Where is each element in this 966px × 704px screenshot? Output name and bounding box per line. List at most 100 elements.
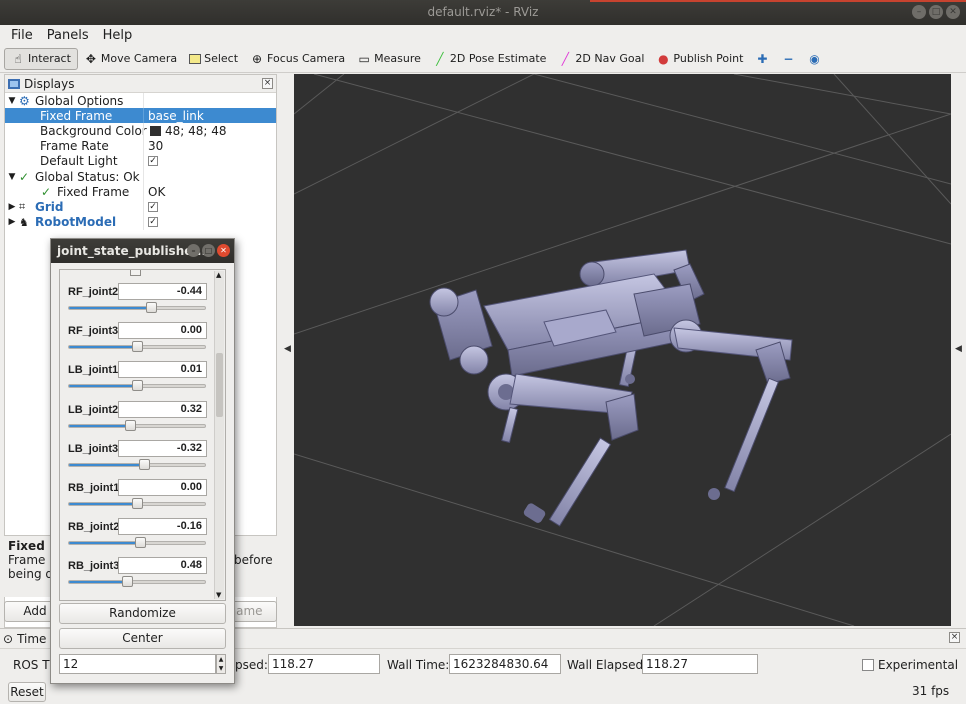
close-icon[interactable]: ✕	[217, 244, 230, 257]
joint-slider[interactable]	[68, 419, 206, 431]
focus-camera-tool-button[interactable]: ⊕ Focus Camera	[244, 48, 351, 70]
menu-help[interactable]: Help	[98, 28, 138, 43]
background-color-value[interactable]: 48; 48; 48	[165, 124, 227, 138]
minimize-icon[interactable]: –	[912, 5, 926, 19]
maximize-icon[interactable]: □	[929, 5, 943, 19]
tree-row-global-status[interactable]: ▼ ✓ Global Status: Ok	[5, 168, 276, 185]
joint-value-field[interactable]: -0.44	[118, 283, 207, 300]
joint-slider[interactable]	[68, 576, 206, 588]
measure-tool-button[interactable]: ▭ Measure	[351, 48, 427, 70]
expand-arrow-icon[interactable]: ▶	[5, 202, 19, 212]
spin-up-icon[interactable]: ▲	[217, 655, 225, 664]
nav-goal-tool-button[interactable]: ╱ 2D Nav Goal	[552, 48, 650, 70]
tree-row-frame-rate[interactable]: Frame Rate 30	[5, 138, 276, 154]
spin-down-icon[interactable]: ▼	[217, 664, 225, 673]
menubar: File Panels Help	[0, 25, 966, 45]
slider-handle[interactable]	[139, 458, 150, 470]
tree-row-status-fixed-frame[interactable]: ✓ Fixed Frame OK	[5, 184, 276, 200]
joint-slider[interactable]	[68, 498, 206, 509]
add-tool-button[interactable]: ✚	[749, 48, 775, 70]
view-options-button[interactable]: ◉	[801, 48, 827, 70]
slider-handle[interactable]	[132, 380, 143, 392]
scrollbar-thumb[interactable]	[216, 353, 223, 417]
expand-arrow-icon[interactable]: ▼	[5, 172, 19, 182]
collapse-left-icon[interactable]: ◀	[284, 344, 291, 354]
joint-value-field[interactable]: 0.01	[118, 361, 207, 379]
slider-handle[interactable]	[132, 498, 143, 509]
joint-slider[interactable]	[68, 302, 206, 313]
close-icon[interactable]: ×	[949, 632, 960, 643]
wall-elapsed-field[interactable]: 118.27	[642, 654, 758, 674]
window-title: default.rviz* - RViz	[427, 5, 539, 19]
experimental-checkbox[interactable]	[862, 659, 874, 671]
spinbox-arrows[interactable]: ▲ ▼	[216, 654, 226, 674]
tree-row-grid[interactable]: ▶ ⌗ Grid ✓	[5, 199, 276, 215]
scroll-down-icon[interactable]: ▼	[216, 591, 221, 599]
magenta-arrow-icon: ╱	[561, 51, 570, 66]
joint-value-field[interactable]: 0.48	[118, 557, 207, 575]
grid-checkbox[interactable]: ✓	[148, 201, 158, 212]
publish-point-tool-button[interactable]: ● Publish Point	[650, 48, 749, 70]
joint-slider[interactable]	[68, 380, 206, 392]
fixed-frame-value[interactable]: base_link	[148, 109, 204, 123]
right-dock-splitter[interactable]: ◀	[951, 74, 966, 626]
vertical-scrollbar[interactable]: ▲ ▼	[214, 271, 224, 599]
left-dock-splitter[interactable]: ◀	[280, 74, 294, 626]
experimental-label: Experimental	[878, 658, 959, 672]
slider-handle[interactable]	[125, 419, 136, 431]
joint-value-field[interactable]: -0.16	[118, 518, 207, 536]
joint-value-field[interactable]: 0.32	[118, 400, 207, 418]
slider-handle[interactable]	[146, 302, 157, 313]
joint-scroll-area[interactable]: RF_joint2 -0.44 RF_joint3 0.00 LB_joint1 0.01…	[59, 269, 226, 601]
collapse-right-icon[interactable]: ◀	[955, 344, 962, 354]
ros-elapsed-field[interactable]: 118.27	[268, 654, 380, 674]
move-camera-tool-button[interactable]: ✥ Move Camera	[78, 48, 183, 70]
interact-tool-button[interactable]: ☝ Interact	[4, 47, 78, 70]
maximize-icon[interactable]: □	[202, 244, 215, 257]
slider-handle[interactable]	[132, 341, 143, 353]
slider-handle[interactable]	[135, 537, 146, 549]
joint-value-field[interactable]: 0.00	[118, 322, 207, 340]
menu-file[interactable]: File	[6, 28, 38, 43]
slider-fill	[69, 424, 131, 427]
default-light-checkbox[interactable]: ✓	[148, 156, 158, 167]
frame-rate-value[interactable]: 30	[148, 139, 163, 153]
menu-panels[interactable]: Panels	[42, 28, 94, 43]
robot-model-checkbox[interactable]: ✓	[148, 217, 158, 228]
rviz-window: { "window": {"title": "default.rviz* - R…	[0, 0, 966, 704]
joint-value-field[interactable]: -0.32	[118, 439, 207, 457]
pose-estimate-tool-button[interactable]: ╱ 2D Pose Estimate	[427, 48, 553, 70]
minus-icon: −	[783, 51, 794, 66]
joint-slider[interactable]	[68, 458, 206, 470]
minimize-icon[interactable]: –	[187, 244, 200, 257]
joint-count-spinbox[interactable]: 12	[59, 654, 216, 674]
expand-arrow-icon[interactable]: ▼	[5, 96, 19, 106]
window-controls: – □ ✕	[912, 5, 960, 19]
render-viewport[interactable]	[294, 74, 951, 626]
close-icon[interactable]: ×	[262, 78, 273, 89]
select-tool-button[interactable]: Select	[183, 48, 244, 70]
tree-row-fixed-frame[interactable]: Fixed Frame base_link	[5, 108, 276, 124]
joint-slider[interactable]	[68, 537, 206, 549]
wall-time-field[interactable]: 1623284830.64	[449, 654, 561, 674]
tree-row-background-color[interactable]: Background Color 48; 48; 48	[5, 123, 276, 139]
tree-row-global-options[interactable]: ▼ ⚙ Global Options	[5, 93, 276, 109]
tree-label: Default Light	[40, 154, 118, 169]
tree-row-robot-model[interactable]: ▶ ♞ RobotModel ✓	[5, 214, 276, 230]
close-icon[interactable]: ✕	[946, 5, 960, 19]
joint-slider[interactable]	[68, 341, 206, 353]
select-label: Select	[204, 52, 239, 65]
tree-label: Fixed Frame	[40, 108, 113, 123]
slider-handle[interactable]	[122, 576, 133, 588]
expand-arrow-icon[interactable]: ▶	[5, 217, 19, 227]
tree-row-default-light[interactable]: Default Light ✓	[5, 153, 276, 169]
reset-button[interactable]: Reset	[8, 682, 46, 702]
robot-leg-back-left	[487, 373, 639, 527]
joint-name: LB_joint2	[68, 403, 119, 416]
joint-row: RB_joint2 -0.16	[60, 518, 215, 557]
randomize-button[interactable]: Randomize	[59, 603, 226, 624]
remove-tool-button[interactable]: −	[775, 48, 801, 70]
joint-value-field[interactable]: 0.00	[118, 479, 207, 496]
scroll-up-icon[interactable]: ▲	[216, 271, 221, 279]
center-button[interactable]: Center	[59, 628, 226, 649]
